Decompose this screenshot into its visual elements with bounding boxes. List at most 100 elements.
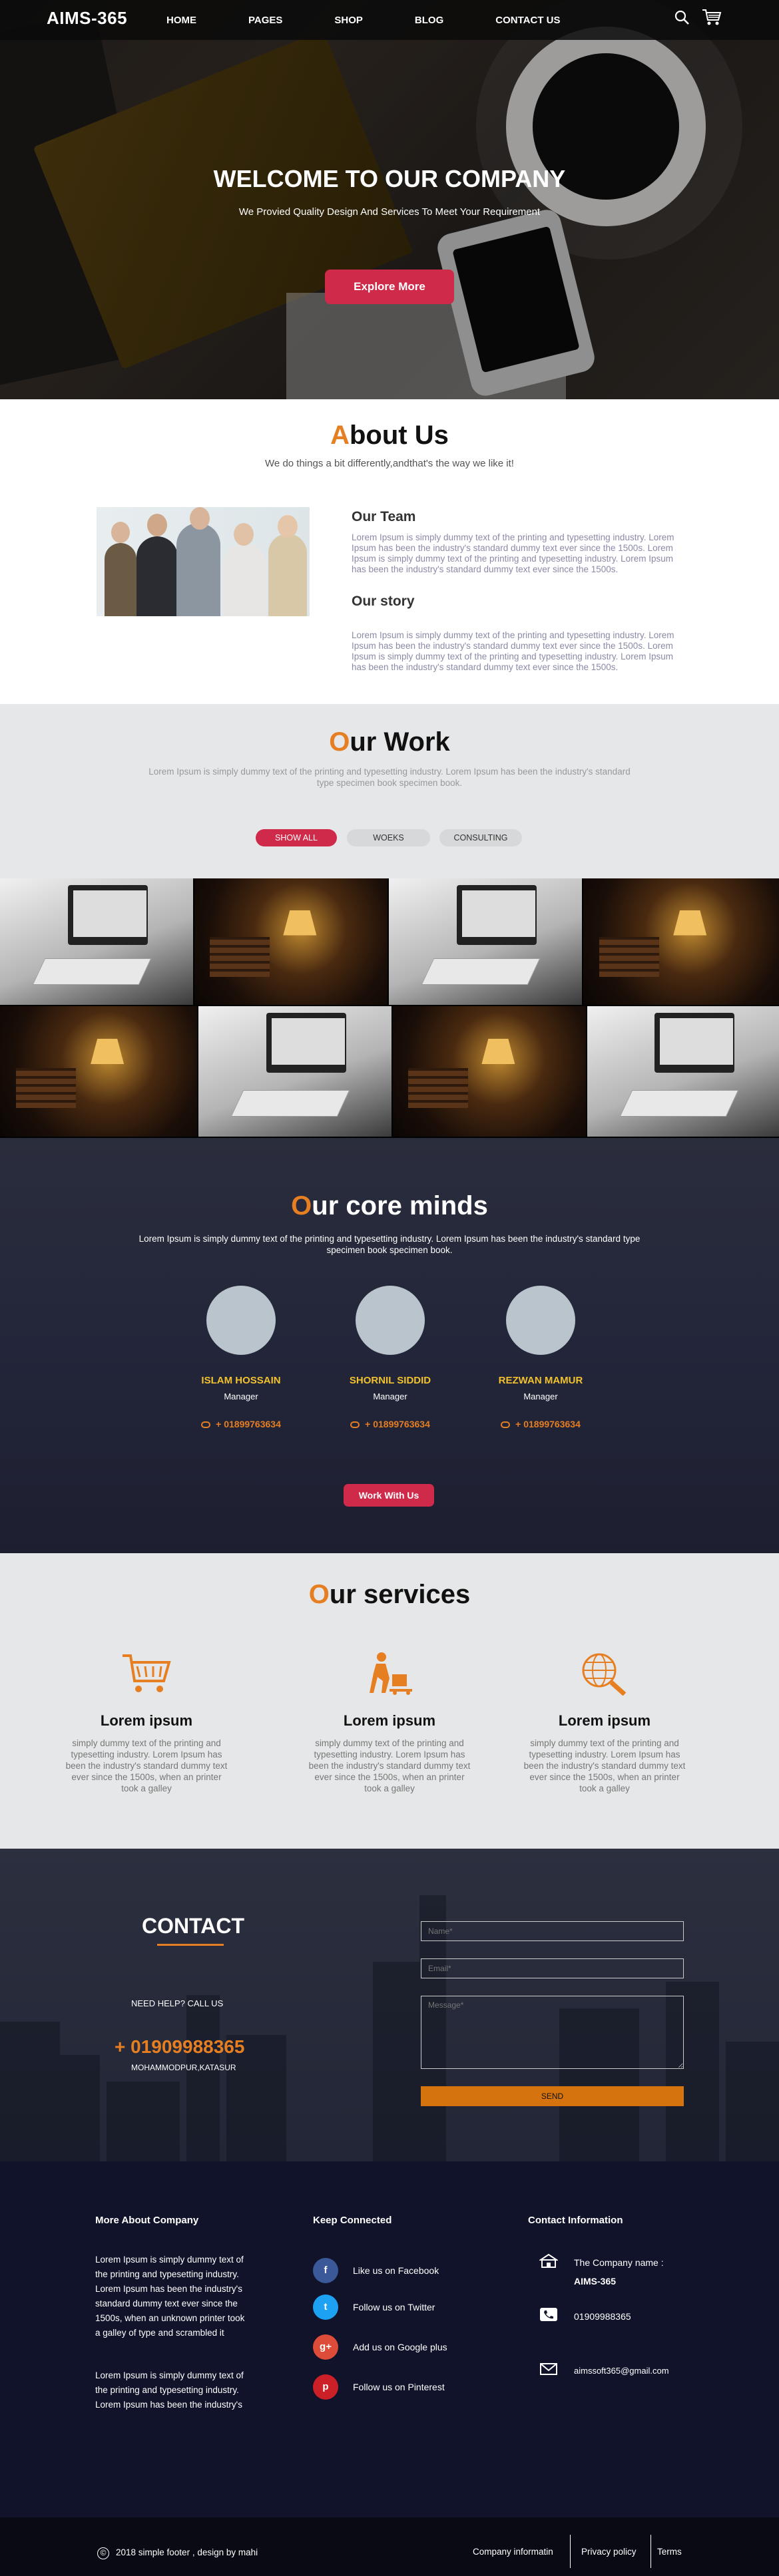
- email-input[interactable]: [421, 1958, 684, 1978]
- company-name: AIMS-365: [574, 2276, 617, 2287]
- footer-about-text: Lorem Ipsum is simply dummy text of the …: [95, 2370, 244, 2410]
- contact-section: CONTACT NEED HELP? CALL US + 01909988365…: [0, 1849, 779, 2161]
- member-phone-number: + 01899763634: [216, 1419, 281, 1429]
- member-name: REZWAN MAMUR: [498, 1375, 583, 1386]
- nav-blog-link[interactable]: BLOG: [415, 15, 443, 26]
- team-person-head: [234, 523, 254, 546]
- work-with-us-button[interactable]: Work With Us: [344, 1484, 434, 1507]
- delivery-icon: [370, 1652, 412, 1695]
- bg-building: [726, 2042, 779, 2161]
- team-member-card: ISLAM HOSSAIN Manager + 01899763634: [174, 1286, 308, 1429]
- nav-contact-link[interactable]: CONTACT US: [495, 15, 560, 26]
- mail-icon: [540, 2363, 557, 2375]
- team-person-head: [111, 522, 130, 543]
- social-label: Follow us on Twitter: [353, 2302, 435, 2312]
- link-divider: [570, 2535, 571, 2568]
- team-person: [176, 523, 220, 616]
- bottom-bar: © 2018 simple footer , design by mahi Com…: [0, 2517, 779, 2576]
- gallery-item-desk[interactable]: [389, 878, 582, 1005]
- about-title-rest: bout Us: [350, 421, 449, 450]
- member-role: Manager: [373, 1391, 407, 1401]
- privacy-policy-link[interactable]: Privacy policy: [581, 2547, 637, 2557]
- nav-pages-link[interactable]: PAGES: [248, 15, 282, 26]
- avatar: [206, 1286, 276, 1355]
- footer-email[interactable]: aimssoft365@gmail.com: [539, 2362, 669, 2380]
- work-subtitle: Lorem Ipsum is simply dummy text of the …: [148, 767, 631, 788]
- bg-building: [60, 2055, 100, 2161]
- social-google-plus[interactable]: g+ Add us on Google plus: [313, 2334, 447, 2360]
- site-logo[interactable]: AIMS-365: [47, 8, 127, 29]
- social-facebook[interactable]: f Like us on Facebook: [313, 2258, 439, 2283]
- footer: More About Company Lorem Ipsum is simply…: [0, 2161, 779, 2517]
- team-person-head: [147, 514, 167, 536]
- work-title-initial: O: [329, 727, 350, 757]
- filter-show-all[interactable]: SHOW ALL: [256, 829, 337, 846]
- name-input[interactable]: [421, 1921, 684, 1941]
- cart-icon[interactable]: [702, 8, 722, 27]
- services-section: Our services Lorem ipsum simply dummy te…: [0, 1553, 779, 1849]
- contact-address: MOHAMMODPUR,KATASUR: [131, 2063, 236, 2072]
- our-team-text: Lorem Ipsum is simply dummy text of the …: [352, 532, 674, 574]
- member-name: SHORNIL SIDDID: [349, 1375, 431, 1386]
- gallery-item-lamp[interactable]: [583, 878, 779, 1005]
- nav-home-link[interactable]: HOME: [166, 15, 196, 26]
- service-text: simply dummy text of the printing and ty…: [65, 1738, 228, 1793]
- team-person: [136, 536, 178, 616]
- link-divider: [650, 2535, 651, 2568]
- member-role: Manager: [523, 1391, 558, 1401]
- social-twitter[interactable]: t Follow us on Twitter: [313, 2295, 435, 2320]
- hero-subtitle: We Provied Quality Design And Services T…: [238, 206, 541, 218]
- gallery-item-desk[interactable]: [587, 1006, 779, 1137]
- team-person: [223, 543, 266, 616]
- footer-about-text: Lorem Ipsum is simply dummy text of the …: [95, 2255, 245, 2338]
- facebook-icon: f: [313, 2258, 338, 2283]
- contact-title: CONTACT: [141, 1914, 245, 1938]
- cart-icon: [123, 1654, 171, 1692]
- service-title: Lorem ipsum: [558, 1712, 651, 1729]
- our-team-heading: Our Team: [352, 509, 416, 524]
- service-card: Lorem ipsum simply dummy text of the pri…: [521, 1652, 688, 1794]
- message-input[interactable]: [421, 1996, 684, 2069]
- company-info-link[interactable]: Company informatin: [473, 2547, 553, 2557]
- member-phone-number: + 01899763634: [365, 1419, 430, 1429]
- core-minds-title: Our core minds: [0, 1191, 779, 1221]
- twitter-icon: t: [313, 2295, 338, 2320]
- bg-building: [373, 1962, 419, 2161]
- search-icon[interactable]: [674, 9, 690, 25]
- team-member-card: REZWAN MAMUR Manager + 01899763634: [474, 1286, 607, 1429]
- team-member-card: SHORNIL SIDDID Manager + 01899763634: [324, 1286, 457, 1429]
- google-plus-icon: g+: [313, 2334, 338, 2360]
- filter-works[interactable]: WOEKS: [347, 829, 430, 846]
- services-title-initial: O: [308, 1580, 330, 1609]
- gallery-item-desk[interactable]: [198, 1006, 391, 1137]
- bg-building: [107, 2082, 180, 2161]
- nav-shop-link[interactable]: SHOP: [334, 15, 363, 26]
- send-button[interactable]: SEND: [421, 2086, 684, 2106]
- phone-icon: [201, 1421, 211, 1429]
- member-role: Manager: [224, 1391, 258, 1401]
- gallery-item-desk[interactable]: [0, 878, 193, 1005]
- explore-more-button[interactable]: Explore More: [325, 270, 454, 304]
- footer-keep-connected-heading: Keep Connected: [313, 2215, 392, 2226]
- phone-icon: [540, 2308, 557, 2321]
- gallery-item-lamp[interactable]: [194, 878, 388, 1005]
- gallery-item-lamp[interactable]: [393, 1006, 586, 1137]
- footer-phone[interactable]: 01909988365: [539, 2307, 631, 2326]
- footer-contact-heading: Contact Information: [528, 2215, 623, 2226]
- social-pinterest[interactable]: p Follow us on Pinterest: [313, 2374, 445, 2400]
- terms-link[interactable]: Terms: [657, 2547, 682, 2557]
- member-phone-number: + 01899763634: [515, 1419, 581, 1429]
- services-title-rest: ur services: [329, 1580, 471, 1609]
- member-phone: + 01899763634: [324, 1419, 457, 1429]
- member-phone: + 01899763634: [474, 1419, 607, 1429]
- filter-consulting[interactable]: CONSULTING: [439, 829, 522, 846]
- service-title: Lorem ipsum: [100, 1712, 193, 1729]
- avatar: [356, 1286, 425, 1355]
- team-person: [105, 543, 136, 616]
- our-story-heading: Our story: [352, 594, 415, 609]
- title-underline: [157, 1944, 224, 1946]
- gallery-item-lamp[interactable]: [0, 1006, 197, 1137]
- social-label: Like us on Facebook: [353, 2265, 439, 2276]
- footer-email-address: aimssoft365@gmail.com: [574, 2366, 669, 2376]
- contact-phone[interactable]: + 01909988365: [115, 2036, 244, 2058]
